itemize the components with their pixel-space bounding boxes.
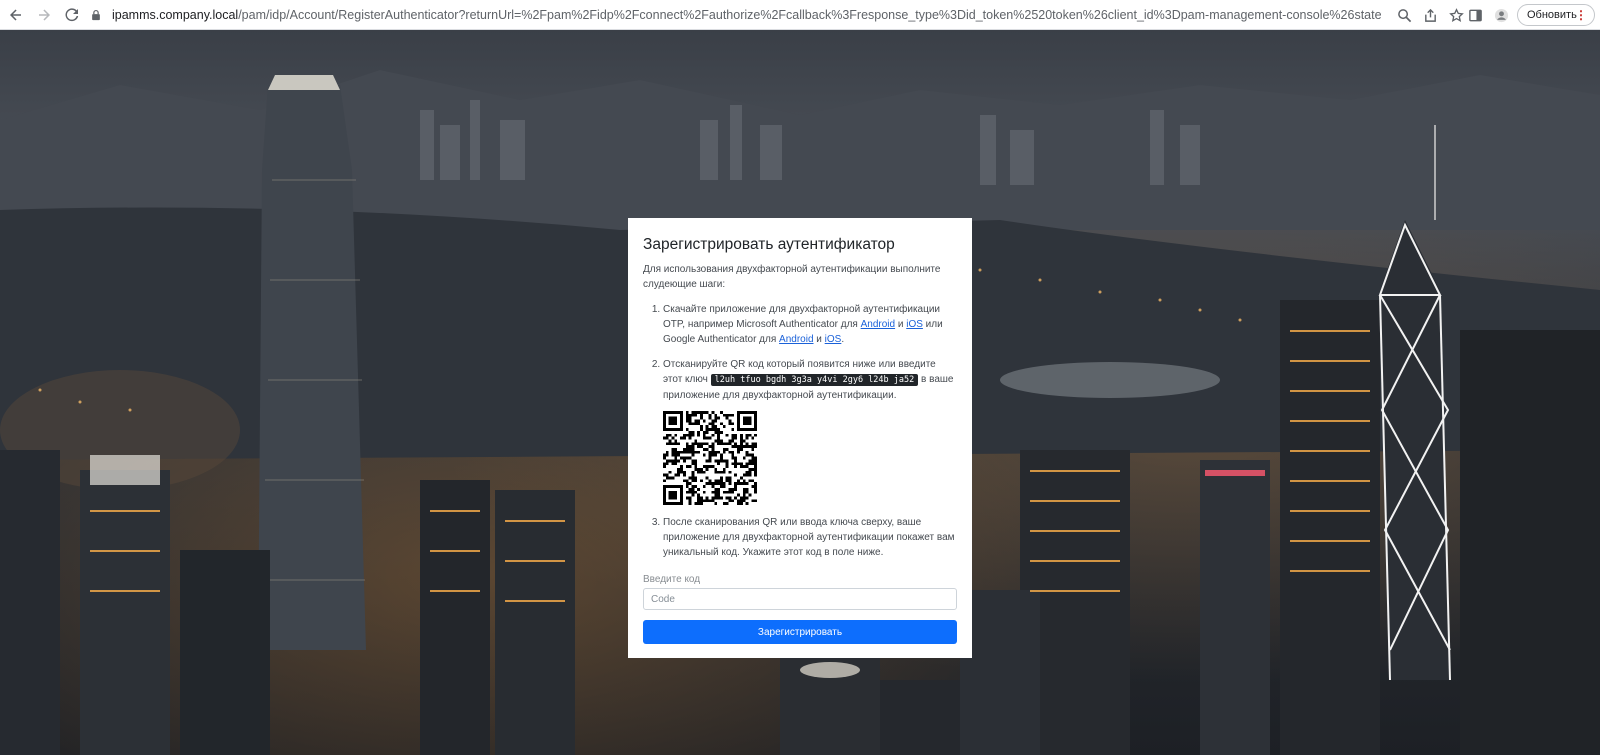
step-3: После сканирования QR или ввода ключа св…	[663, 515, 957, 560]
step-1-and-1: и	[895, 319, 907, 330]
ms-authenticator-ios-link[interactable]: iOS	[906, 319, 923, 330]
share-icon[interactable]	[1417, 3, 1443, 27]
update-button[interactable]: Обновить ⋮	[1517, 4, 1595, 26]
step-1-end: .	[841, 334, 845, 345]
back-arrow-icon[interactable]	[4, 3, 28, 27]
step-1-and-2: и	[813, 334, 825, 345]
steps-list: Скачайте приложение для двухфакторной ау…	[643, 302, 957, 560]
code-input-label: Введите код	[643, 574, 701, 585]
sidebar-icon[interactable]	[1462, 3, 1488, 27]
code-input[interactable]	[643, 588, 957, 610]
url-text: ipamms.company.local/pam/idp/Account/Reg…	[112, 8, 1382, 22]
reload-icon[interactable]	[60, 3, 84, 27]
intro-text: Для использования двухфакторной аутентиф…	[643, 264, 941, 290]
secret-key: l2uh tfuo bgdh 3g3a y4vi 2gy6 l24b ja52	[710, 374, 919, 386]
forward-arrow-icon[interactable]	[32, 3, 56, 27]
more-icon[interactable]: ⋮	[1575, 8, 1587, 22]
update-button-label: Обновить	[1527, 9, 1577, 21]
url-host: ipamms.company.local	[112, 8, 239, 22]
page-title: Зарегистрировать аутентификатор	[643, 236, 895, 253]
browser-toolbar: ipamms.company.local/pam/idp/Account/Reg…	[0, 0, 1600, 30]
qr-code-image	[663, 411, 757, 505]
ms-authenticator-android-link[interactable]: Android	[861, 319, 895, 330]
lock-icon[interactable]	[90, 8, 104, 22]
google-authenticator-android-link[interactable]: Android	[779, 334, 813, 345]
step-2: Отсканируйте QR код который появится ниж…	[663, 357, 957, 505]
step-1: Скачайте приложение для двухфакторной ау…	[663, 302, 957, 347]
zoom-icon[interactable]	[1391, 3, 1417, 27]
address-bar[interactable]: ipamms.company.local/pam/idp/Account/Reg…	[84, 3, 1469, 27]
register-authenticator-card: Зарегистрировать аутентификатор Для испо…	[628, 218, 972, 658]
register-button[interactable]: Зарегистрировать	[643, 620, 957, 644]
profile-icon[interactable]	[1488, 3, 1514, 27]
google-authenticator-ios-link[interactable]: iOS	[825, 334, 842, 345]
url-path: /pam/idp/Account/RegisterAuthenticator?r…	[238, 8, 1382, 22]
